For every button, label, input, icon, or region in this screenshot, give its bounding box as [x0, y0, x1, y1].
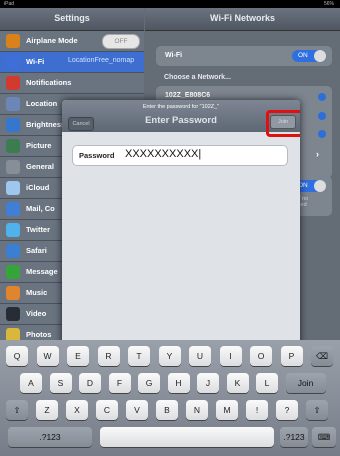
dialog-prompt: Enter the password for "102Z_" [142, 104, 220, 110]
key-y[interactable]: Y [158, 346, 181, 366]
password-label: Password [79, 151, 115, 160]
settings-nav-bar: Settings [0, 8, 144, 31]
key-join[interactable]: Join [285, 373, 326, 393]
network-info-icon-2[interactable] [318, 112, 326, 120]
settings-item-value: LocationFree_nomap [68, 57, 135, 64]
choose-network-label: Choose a Network... [164, 74, 231, 81]
key-t[interactable]: T [128, 346, 150, 366]
settings-item-icon [6, 181, 20, 195]
wifi-nav-bar: Wi-Fi Networks [145, 8, 340, 31]
key-k[interactable]: K [226, 373, 249, 393]
key-u[interactable]: U [189, 346, 211, 366]
settings-item-label: Notifications [26, 78, 72, 87]
settings-item-icon [6, 160, 20, 174]
settings-item-icon [6, 286, 20, 300]
key-i[interactable]: I [219, 346, 242, 366]
key-symbol[interactable]: ? [276, 400, 298, 420]
settings-item-label: Airplane Mode [26, 36, 78, 45]
key-c[interactable]: C [96, 400, 118, 420]
password-field[interactable]: Password XXXXXXXXXX| [72, 145, 288, 166]
key-123[interactable]: .?123 [8, 427, 92, 447]
settings-item-label: Video [26, 309, 47, 318]
settings-item-icon [6, 76, 20, 90]
settings-title: Settings [54, 13, 90, 23]
key-d[interactable]: D [79, 373, 101, 393]
key-l[interactable]: L [256, 373, 278, 393]
key-space[interactable] [100, 427, 274, 447]
key-q[interactable]: Q [6, 346, 28, 366]
key-symbol[interactable]: ! [246, 400, 268, 420]
battery-label: 56% [323, 1, 334, 7]
key-h[interactable]: H [167, 373, 190, 393]
key-g[interactable]: G [138, 373, 160, 393]
key-p[interactable]: P [280, 346, 303, 366]
settings-item-label: Message [26, 267, 58, 276]
settings-item-icon [6, 55, 20, 69]
status-bar: iPad 56% [0, 0, 340, 8]
settings-item[interactable]: Notifications [0, 73, 144, 94]
key-w[interactable]: W [36, 346, 59, 366]
cancel-button[interactable]: Cancel [68, 117, 94, 131]
key-o[interactable]: O [250, 346, 272, 366]
settings-item-icon [6, 139, 20, 153]
wifi-pane-title: Wi-Fi Networks [210, 13, 275, 23]
key-symbol[interactable]: ⇧ [306, 400, 328, 420]
key-symbol[interactable]: ⌫ [311, 346, 333, 366]
key-v[interactable]: V [126, 400, 148, 420]
settings-item-label: Brightness [26, 120, 66, 129]
settings-item-icon [6, 202, 20, 216]
key-z[interactable]: Z [36, 400, 58, 420]
key-f[interactable]: F [108, 373, 131, 393]
network-info-icon-3[interactable] [318, 130, 326, 138]
dialog-title: Enter Password [145, 115, 217, 126]
carrier-label: iPad [4, 1, 15, 7]
network-info-icon[interactable] [318, 93, 326, 101]
settings-item-icon [6, 97, 20, 111]
settings-item-icon [6, 307, 20, 321]
password-input[interactable]: XXXXXXXXXX| [125, 148, 201, 160]
key-m[interactable]: M [216, 400, 238, 420]
password-dialog: Enter the password for "102Z_" Enter Pas… [62, 100, 300, 348]
key-e[interactable]: E [67, 346, 89, 366]
chevron-right-icon[interactable]: › [316, 149, 319, 159]
settings-item[interactable]: Wi-Fi LocationFree_nomap [0, 52, 144, 73]
wifi-label: Wi-Fi [165, 52, 183, 59]
settings-item-label: Safari [26, 246, 47, 255]
settings-item[interactable]: Airplane Mode OFF [0, 31, 144, 52]
network-name[interactable]: 102Z_E808C6 [165, 92, 210, 99]
wifi-toggle-row[interactable]: Wi-Fi ON [156, 46, 332, 66]
key-symbol[interactable]: ⌨ [312, 427, 336, 447]
settings-item-label: iCloud [26, 183, 50, 192]
key-b[interactable]: B [156, 400, 178, 420]
key-r[interactable]: R [97, 346, 120, 366]
key-n[interactable]: N [186, 400, 208, 420]
settings-item-icon [6, 265, 20, 279]
key-s[interactable]: S [49, 373, 72, 393]
settings-item-icon [6, 118, 20, 132]
settings-item-icon [6, 244, 20, 258]
wifi-toggle[interactable]: ON [292, 50, 326, 62]
join-button-highlight [266, 110, 300, 137]
key-x[interactable]: X [66, 400, 88, 420]
settings-item-icon [6, 223, 20, 237]
settings-item-label: Music [26, 288, 48, 297]
settings-item-label: Picture [26, 141, 52, 150]
settings-item-label: Photos [26, 330, 52, 339]
settings-item-label: Location [26, 99, 58, 108]
key-j[interactable]: J [197, 373, 219, 393]
key-symbol[interactable]: ⇧ [6, 400, 28, 420]
airplane-mode-toggle[interactable]: OFF [102, 34, 140, 49]
settings-item-icon [6, 34, 20, 48]
settings-item-label: General [26, 162, 54, 171]
settings-item-label: Mail, Co [26, 204, 55, 213]
key-a[interactable]: A [20, 373, 42, 393]
settings-item-label: Twitter [26, 225, 51, 234]
settings-item-label: Wi-Fi [26, 57, 45, 66]
key-123[interactable]: .?123 [280, 427, 308, 447]
